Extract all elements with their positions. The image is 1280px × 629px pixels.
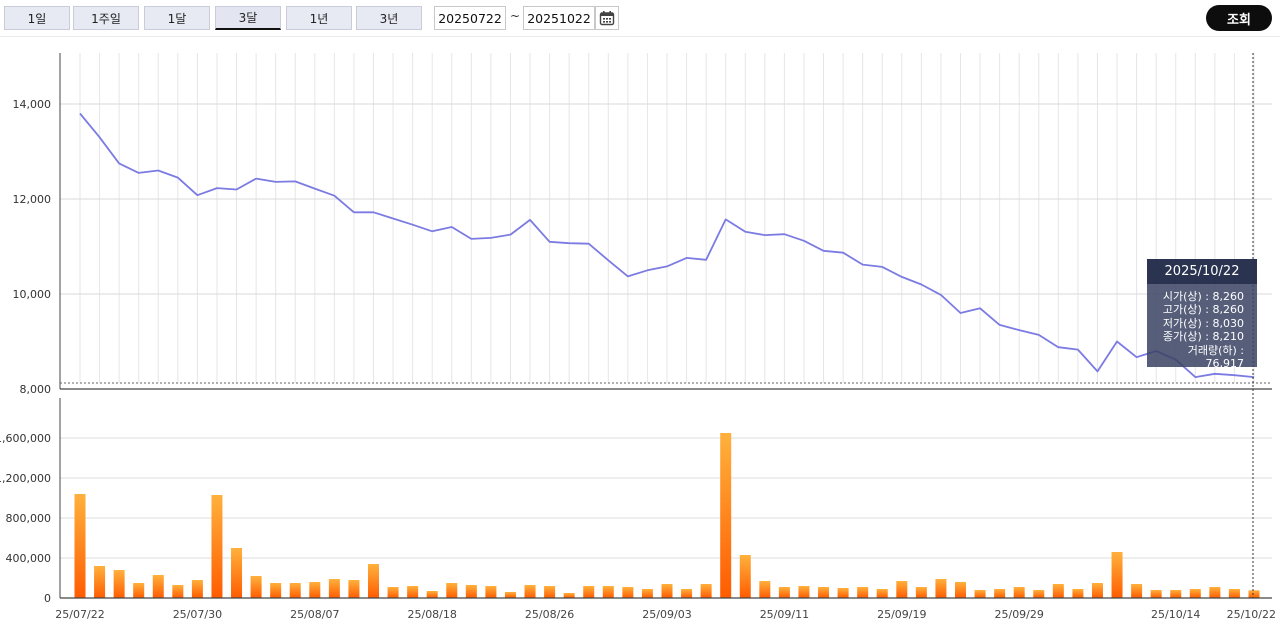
volume-bar bbox=[798, 586, 810, 598]
tooltip-low: 저가(상) : 8,030 bbox=[1162, 316, 1244, 330]
volume-bar bbox=[681, 589, 693, 598]
volume-bar bbox=[1170, 590, 1182, 598]
volume-bar bbox=[348, 580, 360, 598]
volume-bar bbox=[504, 592, 516, 598]
x-tick-label: 25/09/19 bbox=[877, 608, 926, 621]
volume-bar bbox=[622, 587, 634, 598]
price-y-tick: 10,000 bbox=[13, 288, 52, 301]
x-tick-label: 25/08/18 bbox=[407, 608, 456, 621]
x-tick-label: 25/08/26 bbox=[525, 608, 574, 621]
volume-bar bbox=[524, 585, 536, 598]
volume-bar bbox=[1209, 587, 1221, 598]
volume-bar bbox=[289, 583, 301, 598]
volume-bar bbox=[1248, 590, 1260, 598]
volume-bar bbox=[74, 494, 86, 598]
volume-bar bbox=[1189, 589, 1201, 598]
volume-bar bbox=[1111, 552, 1123, 598]
volume-bar bbox=[1150, 590, 1162, 598]
x-tick-label: 25/07/30 bbox=[173, 608, 222, 621]
tooltip-open: 시가(상) : 8,260 bbox=[1162, 290, 1244, 303]
volume-bar bbox=[1072, 589, 1084, 598]
volume-bar bbox=[191, 580, 203, 598]
volume-bar bbox=[407, 586, 419, 598]
price-y-tick: 12,000 bbox=[13, 193, 52, 206]
tooltip-volume: 거래량(하) : 76,917 bbox=[1187, 343, 1244, 371]
x-tick-label: 25/09/11 bbox=[760, 608, 809, 621]
volume-bar bbox=[270, 583, 282, 598]
volume-bar bbox=[876, 589, 888, 598]
volume-bar bbox=[661, 584, 673, 598]
volume-bar bbox=[720, 433, 732, 598]
volume-bar bbox=[387, 587, 399, 598]
stock-chart[interactable]: 8,000 10,000 12,000 14,000 0 400,000 800,000 1,… bbox=[0, 0, 1280, 629]
volume-bar bbox=[955, 582, 966, 598]
tooltip-close: 종가(상) : 8,210 bbox=[1162, 330, 1244, 344]
volume-y-tick: 800,000 bbox=[6, 512, 52, 525]
volume-bar bbox=[152, 575, 164, 598]
x-tick-label: 25/10/14 bbox=[1151, 608, 1200, 621]
chart-tooltip: 2025/10/22 시가(상) : 8,260 고가(상) : 8,260 저… bbox=[1147, 259, 1257, 370]
volume-bar bbox=[1091, 583, 1103, 598]
volume-bar bbox=[818, 587, 830, 598]
volume-bar bbox=[485, 586, 497, 598]
volume-bar bbox=[739, 555, 751, 598]
volume-bar bbox=[446, 583, 458, 598]
volume-bar bbox=[1033, 590, 1045, 598]
tooltip-date: 2025/10/22 bbox=[1147, 259, 1257, 284]
x-tick-label: 25/07/22 bbox=[55, 608, 104, 621]
volume-bar bbox=[602, 586, 614, 598]
volume-bar bbox=[250, 576, 262, 598]
volume-bar bbox=[426, 591, 438, 598]
volume-bar bbox=[113, 570, 125, 598]
volume-bar bbox=[974, 590, 986, 598]
volume-bar bbox=[641, 589, 653, 598]
volume-y-tick: 400,000 bbox=[6, 552, 52, 565]
volume-bar bbox=[328, 579, 340, 598]
x-tick-label: 25/08/07 bbox=[290, 608, 339, 621]
volume-bar bbox=[778, 587, 790, 598]
volume-bar bbox=[172, 585, 184, 598]
volume-bar bbox=[465, 585, 477, 598]
price-y-tick: 8,000 bbox=[20, 383, 52, 396]
volume-y-tick: 1,200,000 bbox=[0, 472, 51, 485]
volume-bar bbox=[309, 582, 321, 598]
volume-bar bbox=[759, 581, 771, 598]
volume-bar bbox=[857, 587, 869, 598]
volume-bar bbox=[994, 589, 1006, 598]
x-tick-label: 25/09/29 bbox=[994, 608, 1043, 621]
volume-bar bbox=[94, 566, 106, 598]
volume-bar bbox=[935, 579, 947, 598]
volume-bar bbox=[583, 586, 595, 598]
volume-bar bbox=[368, 564, 379, 598]
volume-y-tick: 0 bbox=[44, 592, 51, 605]
volume-bar bbox=[231, 548, 243, 598]
volume-bar bbox=[544, 586, 556, 598]
volume-bar bbox=[915, 587, 927, 598]
volume-bar bbox=[1228, 589, 1240, 598]
volume-bar bbox=[133, 583, 145, 598]
x-tick-label: 25/09/03 bbox=[642, 608, 691, 621]
price-y-tick: 14,000 bbox=[13, 98, 52, 111]
x-tick-label: 25/10/22 bbox=[1227, 608, 1276, 621]
volume-bar bbox=[1013, 587, 1025, 598]
volume-bar bbox=[211, 495, 223, 598]
volume-y-tick: 1,600,000 bbox=[0, 432, 51, 445]
volume-bar bbox=[896, 581, 908, 598]
tooltip-high: 고가(상) : 8,260 bbox=[1162, 303, 1244, 317]
volume-bar bbox=[1052, 584, 1064, 598]
volume-bar bbox=[563, 593, 575, 598]
volume-bar bbox=[1131, 584, 1143, 598]
volume-bar bbox=[837, 588, 849, 598]
volume-bar bbox=[700, 584, 712, 598]
